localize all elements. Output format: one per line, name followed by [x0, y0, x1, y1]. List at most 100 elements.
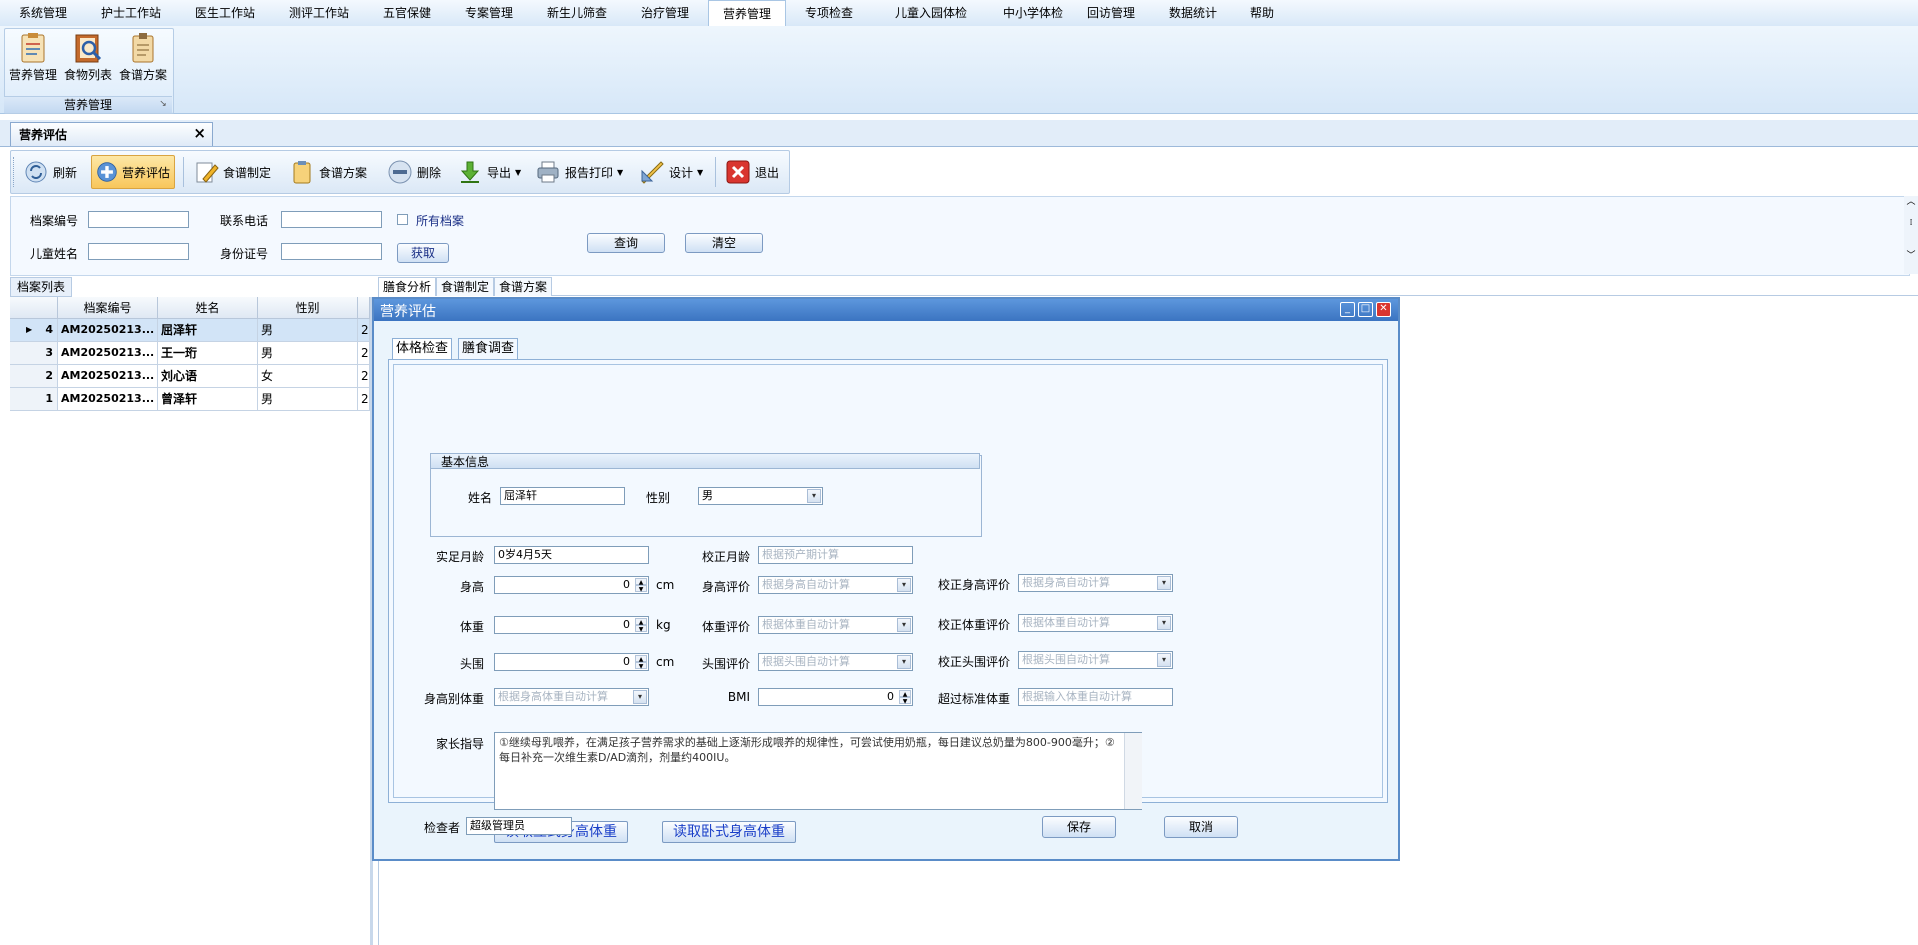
menu-follow-up[interactable]: 回访管理: [1076, 0, 1146, 26]
recipe-make-button[interactable]: 食谱制定: [189, 155, 275, 189]
menu-school-exam[interactable]: 中小学体检: [986, 0, 1080, 26]
corrected-age-field[interactable]: 根据预产期计算: [758, 546, 913, 564]
chevron-down-icon[interactable]: ▼: [635, 625, 647, 633]
menu-nurse-station[interactable]: 护士工作站: [90, 0, 172, 26]
column-header-file-no[interactable]: 档案编号: [58, 297, 158, 319]
refresh-button[interactable]: 刷新: [19, 155, 81, 189]
chevron-up-icon[interactable]: ▲: [635, 578, 647, 586]
height-spinner[interactable]: ▲ ▼: [635, 578, 647, 593]
chevron-up-icon[interactable]: ▲: [635, 618, 647, 626]
report-print-button[interactable]: 报告打印 ▼: [531, 155, 627, 189]
tab-nutrition-assessment[interactable]: 营养评估 ×: [10, 122, 213, 146]
chevron-down-icon[interactable]: ▾: [897, 655, 911, 669]
chevron-down-icon[interactable]: ▾: [1157, 653, 1171, 667]
column-header-gender[interactable]: 性别: [258, 297, 358, 319]
name-field[interactable]: 屈泽轩: [500, 487, 625, 505]
exit-button[interactable]: 退出: [721, 155, 783, 189]
wfh-select[interactable]: 根据身高体重自动计算 ▾: [494, 688, 649, 706]
cancel-button[interactable]: 取消: [1164, 816, 1238, 838]
delete-button[interactable]: 删除: [383, 155, 445, 189]
menu-kindergarten-exam[interactable]: 儿童入园体检: [876, 0, 986, 26]
chevron-down-icon[interactable]: ▾: [897, 618, 911, 632]
design-button[interactable]: 设计 ▼: [635, 155, 707, 189]
weight-input[interactable]: 0 ▲ ▼: [494, 616, 649, 634]
export-button[interactable]: 导出 ▼: [453, 155, 525, 189]
menu-facial-health[interactable]: 五官保健: [372, 0, 442, 26]
menu-special-exam[interactable]: 专项检查: [794, 0, 864, 26]
recipe-plan-button[interactable]: 食谱方案: [116, 30, 170, 84]
menu-newborn-screening[interactable]: 新生儿筛查: [536, 0, 618, 26]
ribbon-expand-icon[interactable]: ↘: [158, 99, 168, 109]
toolbar-grip[interactable]: [13, 157, 17, 187]
read-lying-button[interactable]: 读取卧式身高体重: [662, 821, 796, 843]
menu-nutrition[interactable]: 营养管理: [708, 0, 786, 28]
query-button[interactable]: 查询: [587, 233, 665, 253]
guidance-textarea[interactable]: ①继续母乳喂养，在满足孩子营养需求的基础上逐渐形成喂养的规律性，可尝试使用奶瓶，…: [494, 732, 1142, 810]
all-files-label[interactable]: 所有档案: [416, 212, 464, 229]
column-header-extra[interactable]: [358, 297, 370, 319]
chevron-down-icon[interactable]: ▼: [635, 585, 647, 593]
menu-system[interactable]: 系统管理: [4, 0, 82, 26]
close-icon[interactable]: ×: [193, 124, 206, 142]
all-files-checkbox[interactable]: [397, 214, 408, 225]
chevron-up-icon[interactable]: ▲: [635, 655, 647, 663]
tab-recipe-plan[interactable]: 食谱方案: [494, 277, 553, 296]
head-spinner[interactable]: ▲ ▼: [635, 655, 647, 670]
corr-height-eval-select[interactable]: 根据身高自动计算 ▾: [1018, 574, 1173, 592]
dialog-title-bar[interactable]: 营养评估 _ □ ✕: [374, 299, 1398, 321]
chevron-down-icon[interactable]: ﹀: [1904, 248, 1918, 261]
table-row[interactable]: 1 AM20250213... 曾泽轩男 2: [10, 388, 370, 411]
examiner-field[interactable]: 超级管理员: [466, 817, 572, 835]
menu-treatment[interactable]: 治疗管理: [630, 0, 700, 26]
tab-physical-exam[interactable]: 体格检查: [392, 338, 453, 359]
food-list-button[interactable]: 食物列表: [61, 30, 115, 84]
column-header-name[interactable]: 姓名: [158, 297, 258, 319]
actual-age-field[interactable]: 0岁4月5天: [494, 546, 649, 564]
table-row[interactable]: 4 ▶ AM20250213... 屈泽轩男 2: [10, 319, 370, 342]
tab-diet-survey[interactable]: 膳食调查: [458, 338, 519, 359]
phone-input[interactable]: [281, 211, 382, 228]
menu-statistics[interactable]: 数据统计: [1158, 0, 1228, 26]
over-std-field[interactable]: 根据输入体重自动计算: [1018, 688, 1173, 706]
corr-head-eval-select[interactable]: 根据头围自动计算 ▾: [1018, 651, 1173, 669]
head-eval-select[interactable]: 根据头围自动计算 ▾: [758, 653, 913, 671]
height-eval-select[interactable]: 根据身高自动计算 ▾: [758, 576, 913, 594]
chevron-down-icon[interactable]: ▾: [1157, 616, 1171, 630]
weight-eval-select[interactable]: 根据体重自动计算 ▾: [758, 616, 913, 634]
chevron-down-icon[interactable]: ▾: [1157, 576, 1171, 590]
chevron-down-icon[interactable]: ▾: [807, 489, 821, 503]
file-no-input[interactable]: [88, 211, 189, 228]
nutrition-assess-button[interactable]: 营养评估: [91, 155, 175, 189]
child-name-input[interactable]: [88, 243, 189, 260]
menu-doctor-station[interactable]: 医生工作站: [184, 0, 266, 26]
height-input[interactable]: 0 ▲ ▼: [494, 576, 649, 594]
weight-spinner[interactable]: ▲ ▼: [635, 618, 647, 633]
file-list-tab[interactable]: 档案列表: [10, 277, 72, 297]
id-card-input[interactable]: [281, 243, 382, 260]
panel-scrollbar[interactable]: ︿ ⁞ ﹀: [1904, 196, 1918, 274]
menu-case-management[interactable]: 专案管理: [454, 0, 524, 26]
clear-button[interactable]: 清空: [685, 233, 763, 253]
maximize-icon[interactable]: □: [1358, 302, 1373, 317]
head-input[interactable]: 0 ▲ ▼: [494, 653, 649, 671]
close-icon[interactable]: ✕: [1376, 302, 1391, 317]
nutrition-management-button[interactable]: 营养管理: [6, 30, 60, 84]
tab-recipe-make[interactable]: 食谱制定: [436, 277, 495, 296]
gender-select[interactable]: 男 ▾: [698, 487, 823, 505]
recipe-plan-toolbar-button[interactable]: 食谱方案: [285, 155, 371, 189]
save-button[interactable]: 保存: [1042, 816, 1116, 838]
table-row[interactable]: 3 AM20250213... 王一珩男 2: [10, 342, 370, 365]
chevron-up-icon[interactable]: ︿: [1904, 196, 1918, 208]
chevron-down-icon[interactable]: ▾: [633, 690, 647, 704]
minimize-icon[interactable]: _: [1340, 302, 1355, 317]
menu-evaluation-station[interactable]: 测评工作站: [278, 0, 360, 26]
tab-diet-analysis[interactable]: 膳食分析: [378, 277, 437, 296]
guidance-scrollbar[interactable]: [1124, 733, 1142, 809]
fetch-button[interactable]: 获取: [397, 243, 449, 263]
bmi-input[interactable]: 0 ▲ ▼: [758, 688, 913, 706]
chevron-down-icon[interactable]: ▼: [635, 662, 647, 670]
corr-weight-eval-select[interactable]: 根据体重自动计算 ▾: [1018, 614, 1173, 632]
menu-help[interactable]: 帮助: [1240, 0, 1284, 26]
chevron-down-icon[interactable]: ▾: [897, 578, 911, 592]
table-row[interactable]: 2 AM20250213... 刘心语女 2: [10, 365, 370, 388]
